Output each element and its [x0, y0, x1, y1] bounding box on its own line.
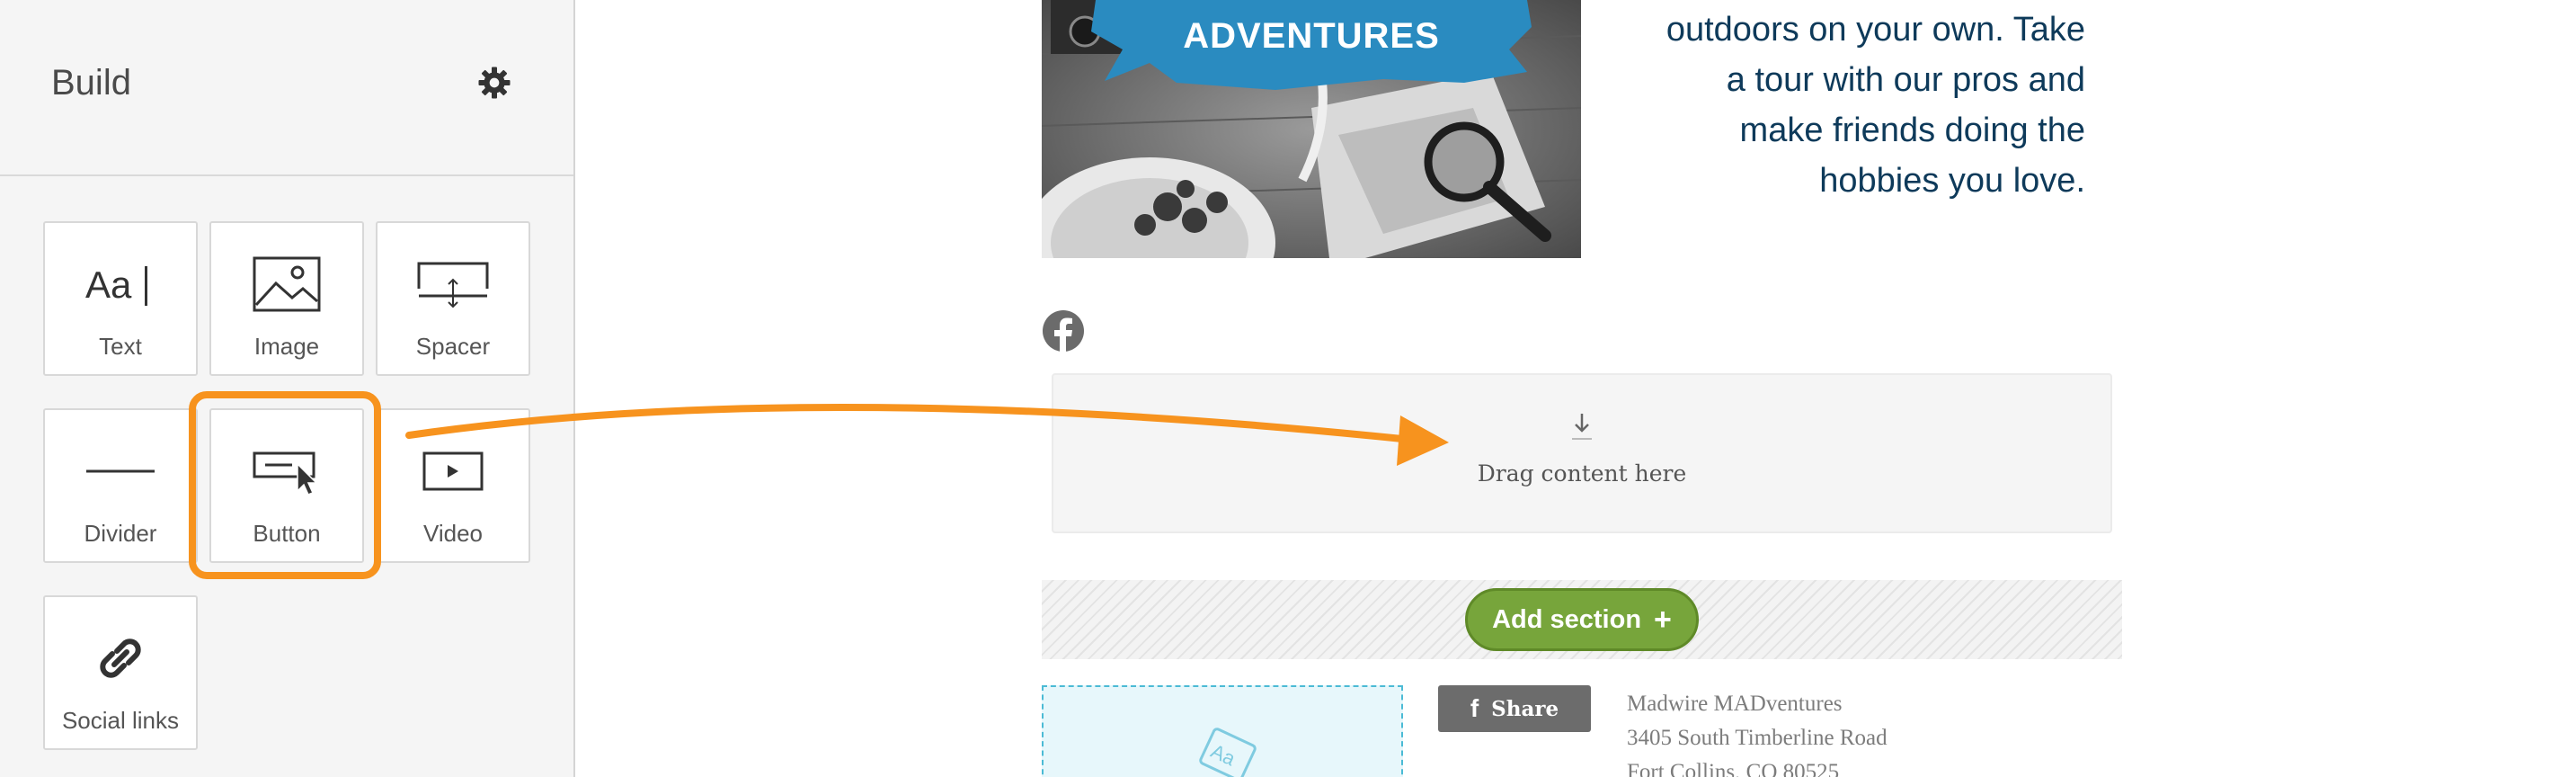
divider-icon: [45, 442, 196, 500]
divider-tile-label: Divider: [84, 520, 157, 547]
text-block-placeholder[interactable]: Aa: [1042, 685, 1403, 777]
button-icon: [211, 442, 362, 500]
video-tile-label: Video: [422, 520, 484, 547]
address-line: 3405 South Timberline Road: [1627, 726, 1888, 750]
share-label: Share: [1491, 696, 1559, 721]
hero-text-line: hobbies you love.: [1819, 162, 2085, 200]
facebook-icon[interactable]: [1042, 309, 1085, 353]
text-icon: Aa: [45, 255, 196, 313]
address-line: Fort Collins, CO 80525: [1627, 760, 1840, 777]
spacer-tile-label: Spacer: [415, 333, 491, 360]
svg-text:Aa: Aa: [85, 263, 132, 306]
address-line: Madwire MADventures: [1627, 692, 1843, 716]
text-tile-label: Text: [99, 333, 142, 360]
drop-zone-text: Drag content here: [1477, 460, 1687, 487]
drop-zone[interactable]: Drag content here: [1052, 373, 2112, 533]
add-section-label: Add section: [1492, 604, 1642, 634]
text-tile[interactable]: Aa Text: [43, 221, 198, 376]
button-tile-label: Button: [253, 520, 321, 547]
social-links-tile-label: Social links: [61, 707, 180, 734]
hero-text-line: make friends doing the: [1739, 112, 2085, 149]
hero-banner-text: ADVENTURES: [1183, 16, 1440, 56]
button-tile[interactable]: Button: [209, 408, 364, 563]
hero-text-block[interactable]: outdoors on your own. Take a tour with o…: [1609, 4, 2085, 206]
arrow-down-icon: [1053, 411, 2110, 446]
build-sidebar: Build Aa Text Image Spacer Divider Butto…: [0, 0, 575, 777]
sidebar-header: Build: [0, 0, 573, 176]
social-links-tile[interactable]: Social links: [43, 595, 198, 750]
hero-text-line: a tour with our pros and: [1726, 61, 2085, 99]
sidebar-title: Build: [51, 63, 131, 103]
add-section-button[interactable]: Add section +: [1465, 588, 1699, 651]
text-placeholder-glyph: Aa: [1207, 739, 1239, 770]
image-tile-label: Image: [253, 333, 320, 360]
facebook-share-button[interactable]: f Share: [1438, 685, 1591, 732]
plus-icon: +: [1654, 602, 1672, 637]
hero-image[interactable]: ADVENTURES: [1042, 0, 1581, 258]
settings-gear-icon[interactable]: [475, 63, 514, 103]
facebook-f-icon: f: [1470, 694, 1479, 722]
image-tile[interactable]: Image: [209, 221, 364, 376]
spacer-icon: [378, 255, 529, 313]
footer-address[interactable]: Madwire MADventures 3405 South Timberlin…: [1627, 687, 1888, 777]
image-icon: [211, 255, 362, 313]
divider-tile[interactable]: Divider: [43, 408, 198, 563]
video-tile[interactable]: Video: [376, 408, 530, 563]
text-placeholder-icon: Aa: [1196, 723, 1259, 777]
video-icon: [378, 442, 529, 500]
spacer-tile[interactable]: Spacer: [376, 221, 530, 376]
link-icon: [45, 630, 196, 687]
hero-text-line: outdoors on your own. Take: [1666, 11, 2085, 49]
